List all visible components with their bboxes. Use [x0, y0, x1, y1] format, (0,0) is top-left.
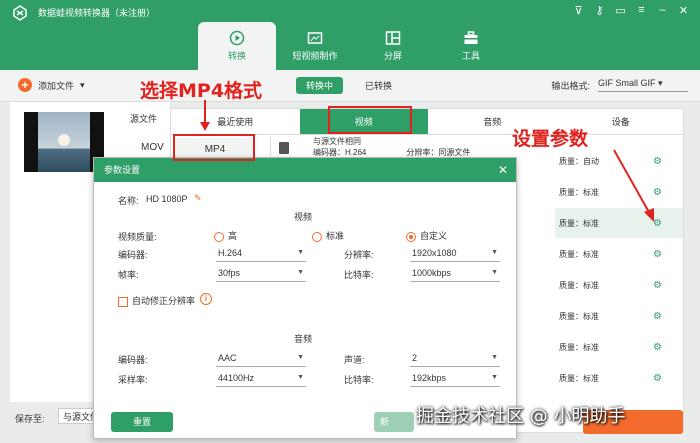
app-title: 数据蛙视频转换器（未注册） — [38, 8, 156, 18]
video-quality-label: 视频质量: — [118, 232, 157, 242]
resolution-select[interactable]: 1920x1080 ▼ — [410, 246, 500, 262]
new-button[interactable]: 新 — [374, 412, 414, 432]
encoder-label: 编码器: — [118, 250, 148, 260]
gear-icon[interactable]: ⚙ — [653, 249, 662, 260]
annotation-box-video-tab — [328, 106, 412, 134]
key-icon[interactable]: ⚷ — [593, 4, 606, 17]
audio-section-title: 音频 — [294, 334, 313, 344]
bitrate-select[interactable]: 1000kbps ▼ — [410, 266, 500, 282]
preset-row[interactable]: 质量：标准 ⚙ — [555, 301, 683, 331]
window-controls: ⊽ ⚷ ▭ ≡ – ✕ — [572, 4, 690, 17]
param-settings-dialog: 参数设置 ✕ 名称: HD 1080P ✎ 视频 视频质量: 高 标准 自定义 … — [93, 157, 517, 439]
convert-icon — [229, 30, 245, 46]
convert-status-tabs: 转换中 已转换 — [296, 77, 402, 94]
output-format-label: 输出格式: — [551, 80, 590, 91]
preset-header: 与源文件相同 编码器：H.264 分辨率：同源文件 — [313, 137, 471, 157]
annotation-set-params: 设置参数 — [512, 128, 589, 150]
toolbox-icon — [464, 31, 478, 44]
minimize-icon[interactable]: – — [656, 4, 669, 17]
format-tabs: 最近使用 视频 音频 设备 — [171, 109, 685, 135]
info-icon[interactable]: i — [200, 293, 212, 305]
menu-icon[interactable]: ≡ — [635, 4, 648, 17]
gear-icon[interactable]: ⚙ — [653, 342, 662, 353]
tv-icon — [307, 32, 323, 44]
samplerate-select[interactable]: 44100Hz ▼ — [216, 371, 306, 387]
output-format-select[interactable]: GIF Small GIF ▾ — [598, 78, 688, 92]
fps-label: 帧率: — [118, 270, 139, 280]
audio-encoder-select[interactable]: AAC ▼ — [216, 351, 306, 367]
plus-icon: + — [18, 78, 32, 92]
name-label: 名称: — [118, 196, 139, 206]
feedback-icon[interactable]: ▭ — [614, 4, 627, 17]
annotation-box-mp4 — [173, 134, 255, 161]
gear-icon[interactable]: ⚙ — [653, 280, 662, 291]
reset-button[interactable]: 重置 — [111, 412, 173, 432]
document-icon — [279, 142, 289, 154]
channel-label: 声道: — [344, 355, 365, 365]
quality-custom-radio[interactable]: 自定义 — [406, 229, 447, 242]
resolution-label: 分辨率: — [344, 250, 374, 260]
preset-row[interactable]: 质量：标准 ⚙ — [555, 332, 683, 362]
preset-row[interactable]: 质量：标准 ⚙ — [555, 363, 683, 393]
channel-select[interactable]: 2 ▼ — [410, 351, 500, 367]
annotation-arrow-down — [200, 100, 210, 131]
annotation-arrow-diagonal — [613, 149, 654, 222]
save-to-label: 保存至: — [15, 414, 45, 424]
dialog-header: 参数设置 ✕ — [94, 158, 516, 182]
annotation-select-mp4: 选择MP4格式 — [140, 80, 263, 102]
tab-recent[interactable]: 最近使用 — [171, 109, 300, 134]
quality-high-radio[interactable]: 高 — [214, 229, 237, 242]
save-to-select[interactable]: 与源文件 — [58, 408, 98, 424]
source-label: 源文件 — [130, 114, 158, 124]
app-logo-icon — [13, 5, 27, 21]
video-section-title: 视频 — [294, 212, 313, 222]
auto-fix-checkbox[interactable]: 自动修正分辨率 — [118, 294, 195, 307]
gear-icon[interactable]: ⚙ — [653, 373, 662, 384]
toolbar: + 添加文件 ▾ 转换中 已转换 输出格式: GIF Small GIF ▾ — [0, 70, 700, 102]
add-file-button[interactable]: + 添加文件 ▾ — [18, 78, 85, 92]
gear-icon[interactable]: ⚙ — [653, 311, 662, 322]
output-format: 输出格式: GIF Small GIF ▾ — [551, 78, 688, 92]
audio-encoder-label: 编码器: — [118, 355, 148, 365]
tab-tools[interactable]: 工具 — [432, 22, 510, 70]
tab-convert[interactable]: 转换 — [198, 22, 276, 70]
preset-row[interactable]: 质量：标准 ⚙ — [555, 239, 683, 269]
tab-split-screen[interactable]: 分屏 — [354, 22, 432, 70]
name-value: HD 1080P — [146, 194, 188, 204]
close-icon[interactable]: ✕ — [677, 4, 690, 17]
tab-converting[interactable]: 转换中 — [296, 77, 344, 94]
encoder-select[interactable]: H.264 ▼ — [216, 246, 306, 262]
audio-bitrate-label: 比特率: — [344, 375, 374, 385]
main-nav: 转换 短视频制作 分屏 工具 — [198, 22, 510, 70]
audio-bitrate-select[interactable]: 192kbps ▼ — [410, 371, 500, 387]
dropdown-arrow-icon[interactable]: ▾ — [80, 80, 85, 91]
preset-row[interactable]: 质量：标准 ⚙ — [555, 270, 683, 300]
samplerate-label: 采样率: — [118, 375, 148, 385]
video-thumbnail[interactable] — [24, 112, 104, 172]
title-bar: 数据蛙视频转换器（未注册） ⊽ ⚷ ▭ ≡ – ✕ 转换 短视频制作 分屏 工具 — [0, 0, 700, 70]
fps-select[interactable]: 30fps ▼ — [216, 266, 306, 282]
split-screen-icon — [385, 31, 401, 45]
tab-short-video[interactable]: 短视频制作 — [276, 22, 354, 70]
tab-converted[interactable]: 已转换 — [355, 77, 402, 94]
edit-icon[interactable]: ✎ — [194, 193, 202, 204]
cart-icon[interactable]: ⊽ — [572, 4, 585, 17]
close-icon[interactable]: ✕ — [498, 158, 508, 182]
watermark: 掘金技术社区 @ 小明助手 — [416, 406, 626, 427]
bitrate-label: 比特率: — [344, 270, 374, 280]
file-format-label: MOV — [141, 142, 164, 153]
quality-standard-radio[interactable]: 标准 — [312, 229, 344, 242]
